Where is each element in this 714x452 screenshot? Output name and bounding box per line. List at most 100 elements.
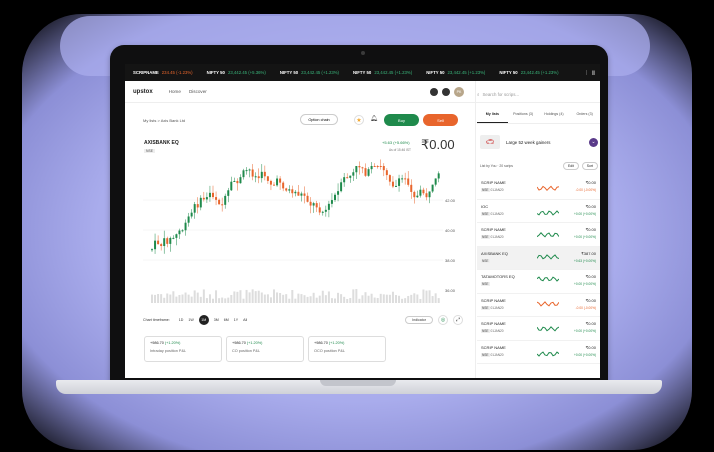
ticker-item[interactable]: NIFTY 50 23,442.45 (+1.23%): [426, 70, 485, 75]
ticker-item[interactable]: NIFTY 50 23,442.45 (+1.23%): [353, 70, 412, 75]
timeframe-1M[interactable]: 1M: [198, 315, 209, 325]
candle-body: [343, 177, 346, 183]
volume-bar: [230, 294, 233, 303]
candle-body: [157, 240, 160, 245]
ticker-name: NIFTY 50: [353, 70, 372, 75]
candlestick-chart[interactable]: 42.00 40.00 38.00 36.00: [143, 158, 463, 308]
list-item[interactable]: SCRIP NAME NSE 01JAN20 ₹0.00 +0.00 (+0.00%): [477, 341, 600, 364]
volume-bar: [276, 292, 279, 303]
candle-body: [346, 177, 349, 179]
chevron-down-icon[interactable]: ⌄: [589, 137, 598, 147]
scrip-exchange: NSE: [481, 258, 490, 263]
mail-icon[interactable]: [442, 87, 450, 96]
volume-bar: [327, 291, 330, 303]
y-tick-label: 36.00: [445, 288, 456, 293]
nav-discover[interactable]: Discover: [189, 89, 207, 94]
candle-body: [422, 189, 425, 194]
sparkline-line: [537, 232, 559, 238]
list-item[interactable]: SCRIP NAME NSE 01JAN20 ₹0.00 -0.00 (-0.00%): [477, 294, 600, 317]
timeframe-3M[interactable]: 3M: [214, 318, 219, 322]
volume-bar: [169, 294, 172, 303]
candle-body: [361, 167, 364, 169]
pause-icon[interactable]: ||: [586, 70, 600, 75]
chart-settings-icon[interactable]: ◎: [438, 315, 448, 325]
breadcrumb-lists[interactable]: My lists: [143, 118, 156, 123]
pnl-label: OCO position P&L: [314, 349, 346, 353]
watchlist-selector[interactable]: 🚗︎ Large 52 week gainers ⌄: [480, 132, 598, 152]
ticker-item[interactable]: NIFTY 50 23,442.45 (+1.23%): [280, 70, 339, 75]
upstox-logo[interactable]: upstox: [133, 89, 153, 95]
candle-body: [413, 191, 416, 198]
volume-bar: [431, 296, 434, 303]
candle-body: [419, 189, 422, 196]
list-item[interactable]: SCRIP NAME NSE 01JAN20 ₹0.00 +0.00 (+0.00%): [477, 223, 600, 247]
ticker-value: 23,442.45 (+1.23%): [301, 70, 339, 75]
volume-bar: [236, 291, 239, 303]
volume-bar: [248, 292, 251, 303]
exchange-badge: NSE: [481, 282, 490, 286]
volume-bar: [349, 298, 352, 303]
sell-button[interactable]: Sell: [423, 114, 458, 126]
timeframe-1Y[interactable]: 1Y: [234, 318, 238, 322]
candle-body: [385, 170, 388, 176]
edit-button[interactable]: Edit: [562, 162, 579, 170]
scrip-name: SCRIP NAME: [481, 321, 506, 326]
candle-body: [303, 193, 306, 196]
scrip-exchange: NSE 01JAN20: [481, 352, 504, 357]
volume-bar: [288, 298, 291, 303]
ticker-value: 234.45 (-1.23%): [161, 70, 193, 75]
list-item[interactable]: SCRIP NAME NSE 01JAN20 ₹0.00 -0.00 (-0.00%): [477, 176, 600, 200]
list-item[interactable]: TATAMOTORS EQ NSE ₹0.00 +0.00 (+0.00%): [477, 270, 600, 294]
scrip-name: SCRIP NAME: [481, 180, 506, 185]
scrip-price: ₹0.00: [585, 297, 596, 303]
sort-button[interactable]: Sort: [581, 162, 598, 170]
option-chain-button[interactable]: Option chain: [300, 114, 338, 125]
volume-bar: [398, 295, 401, 303]
candle-body: [178, 230, 181, 235]
expand-icon[interactable]: ⤢: [453, 315, 463, 325]
sparkline: [537, 326, 559, 332]
timeframe-All[interactable]: All: [243, 318, 247, 322]
candle-body: [169, 237, 172, 244]
timeframe-1W[interactable]: 1W: [188, 318, 193, 322]
list-item[interactable]: AXISBANK EQ NSE ₹387.00 +0.63 (+0.00%): [477, 246, 600, 270]
tab-0[interactable]: My lists: [477, 112, 508, 123]
volume-bar: [337, 292, 340, 303]
tab-1[interactable]: Positions (3): [508, 112, 539, 123]
avatar[interactable]: PK: [454, 86, 464, 97]
ticker-item[interactable]: SCRIPNAME 234.45 (-1.23%): [133, 70, 193, 75]
candle-body: [373, 166, 376, 167]
candle-body: [215, 197, 218, 200]
buy-button[interactable]: Buy: [384, 114, 419, 126]
tab-2[interactable]: Holdings (4): [539, 112, 570, 123]
nav-home[interactable]: Home: [169, 89, 181, 94]
camera-dot: [361, 51, 365, 55]
scrip-price: ₹0.00: [585, 227, 596, 232]
watchlist-name: Large 52 week gainers: [506, 139, 551, 145]
app-screen: SCRIPNAME 234.45 (-1.23%) NIFTY 50 23,442.4…: [125, 64, 600, 378]
volume-bar: [324, 295, 327, 303]
bell-icon[interactable]: 🔔︎: [370, 115, 378, 122]
pnl-card: +986.70 (+1.20%) Intraday position P&L: [144, 336, 222, 362]
volume-bar: [202, 289, 205, 303]
sparkline-line: [537, 253, 559, 260]
list-item[interactable]: IOC NSE 01JAN20 ₹0.00 +0.00 (+0.00%): [477, 200, 600, 223]
list-item[interactable]: SCRIP NAME NSE 01JAN20 ₹0.00 +0.00 (+0.00%): [477, 317, 600, 341]
volume-bar: [422, 289, 425, 303]
timeframe-1D[interactable]: 1D: [179, 318, 184, 322]
scrip-name: SCRIP NAME: [481, 297, 506, 303]
ticker-name: NIFTY 50: [206, 70, 225, 75]
candle-body: [416, 195, 419, 198]
ticker-item[interactable]: NIFTY 50 23,442.45 (+1.23%): [499, 70, 558, 75]
tab-3[interactable]: Orders (3): [569, 112, 600, 123]
ticker-item[interactable]: NIFTY 50 23,442.45 (+5.36%): [207, 70, 266, 75]
indicator-button[interactable]: Indicator: [405, 316, 433, 324]
star-icon[interactable]: ★: [354, 115, 364, 125]
timeframe-6M[interactable]: 6M: [224, 318, 229, 322]
candle-body: [382, 166, 385, 171]
help-icon[interactable]: [430, 87, 438, 96]
volume-bar: [419, 298, 422, 303]
pnl-percent: (+1.20%): [246, 341, 263, 345]
search-input[interactable]: ⌕ Search for scrips...: [477, 88, 595, 100]
ltp-price: ₹0.00: [421, 137, 455, 152]
